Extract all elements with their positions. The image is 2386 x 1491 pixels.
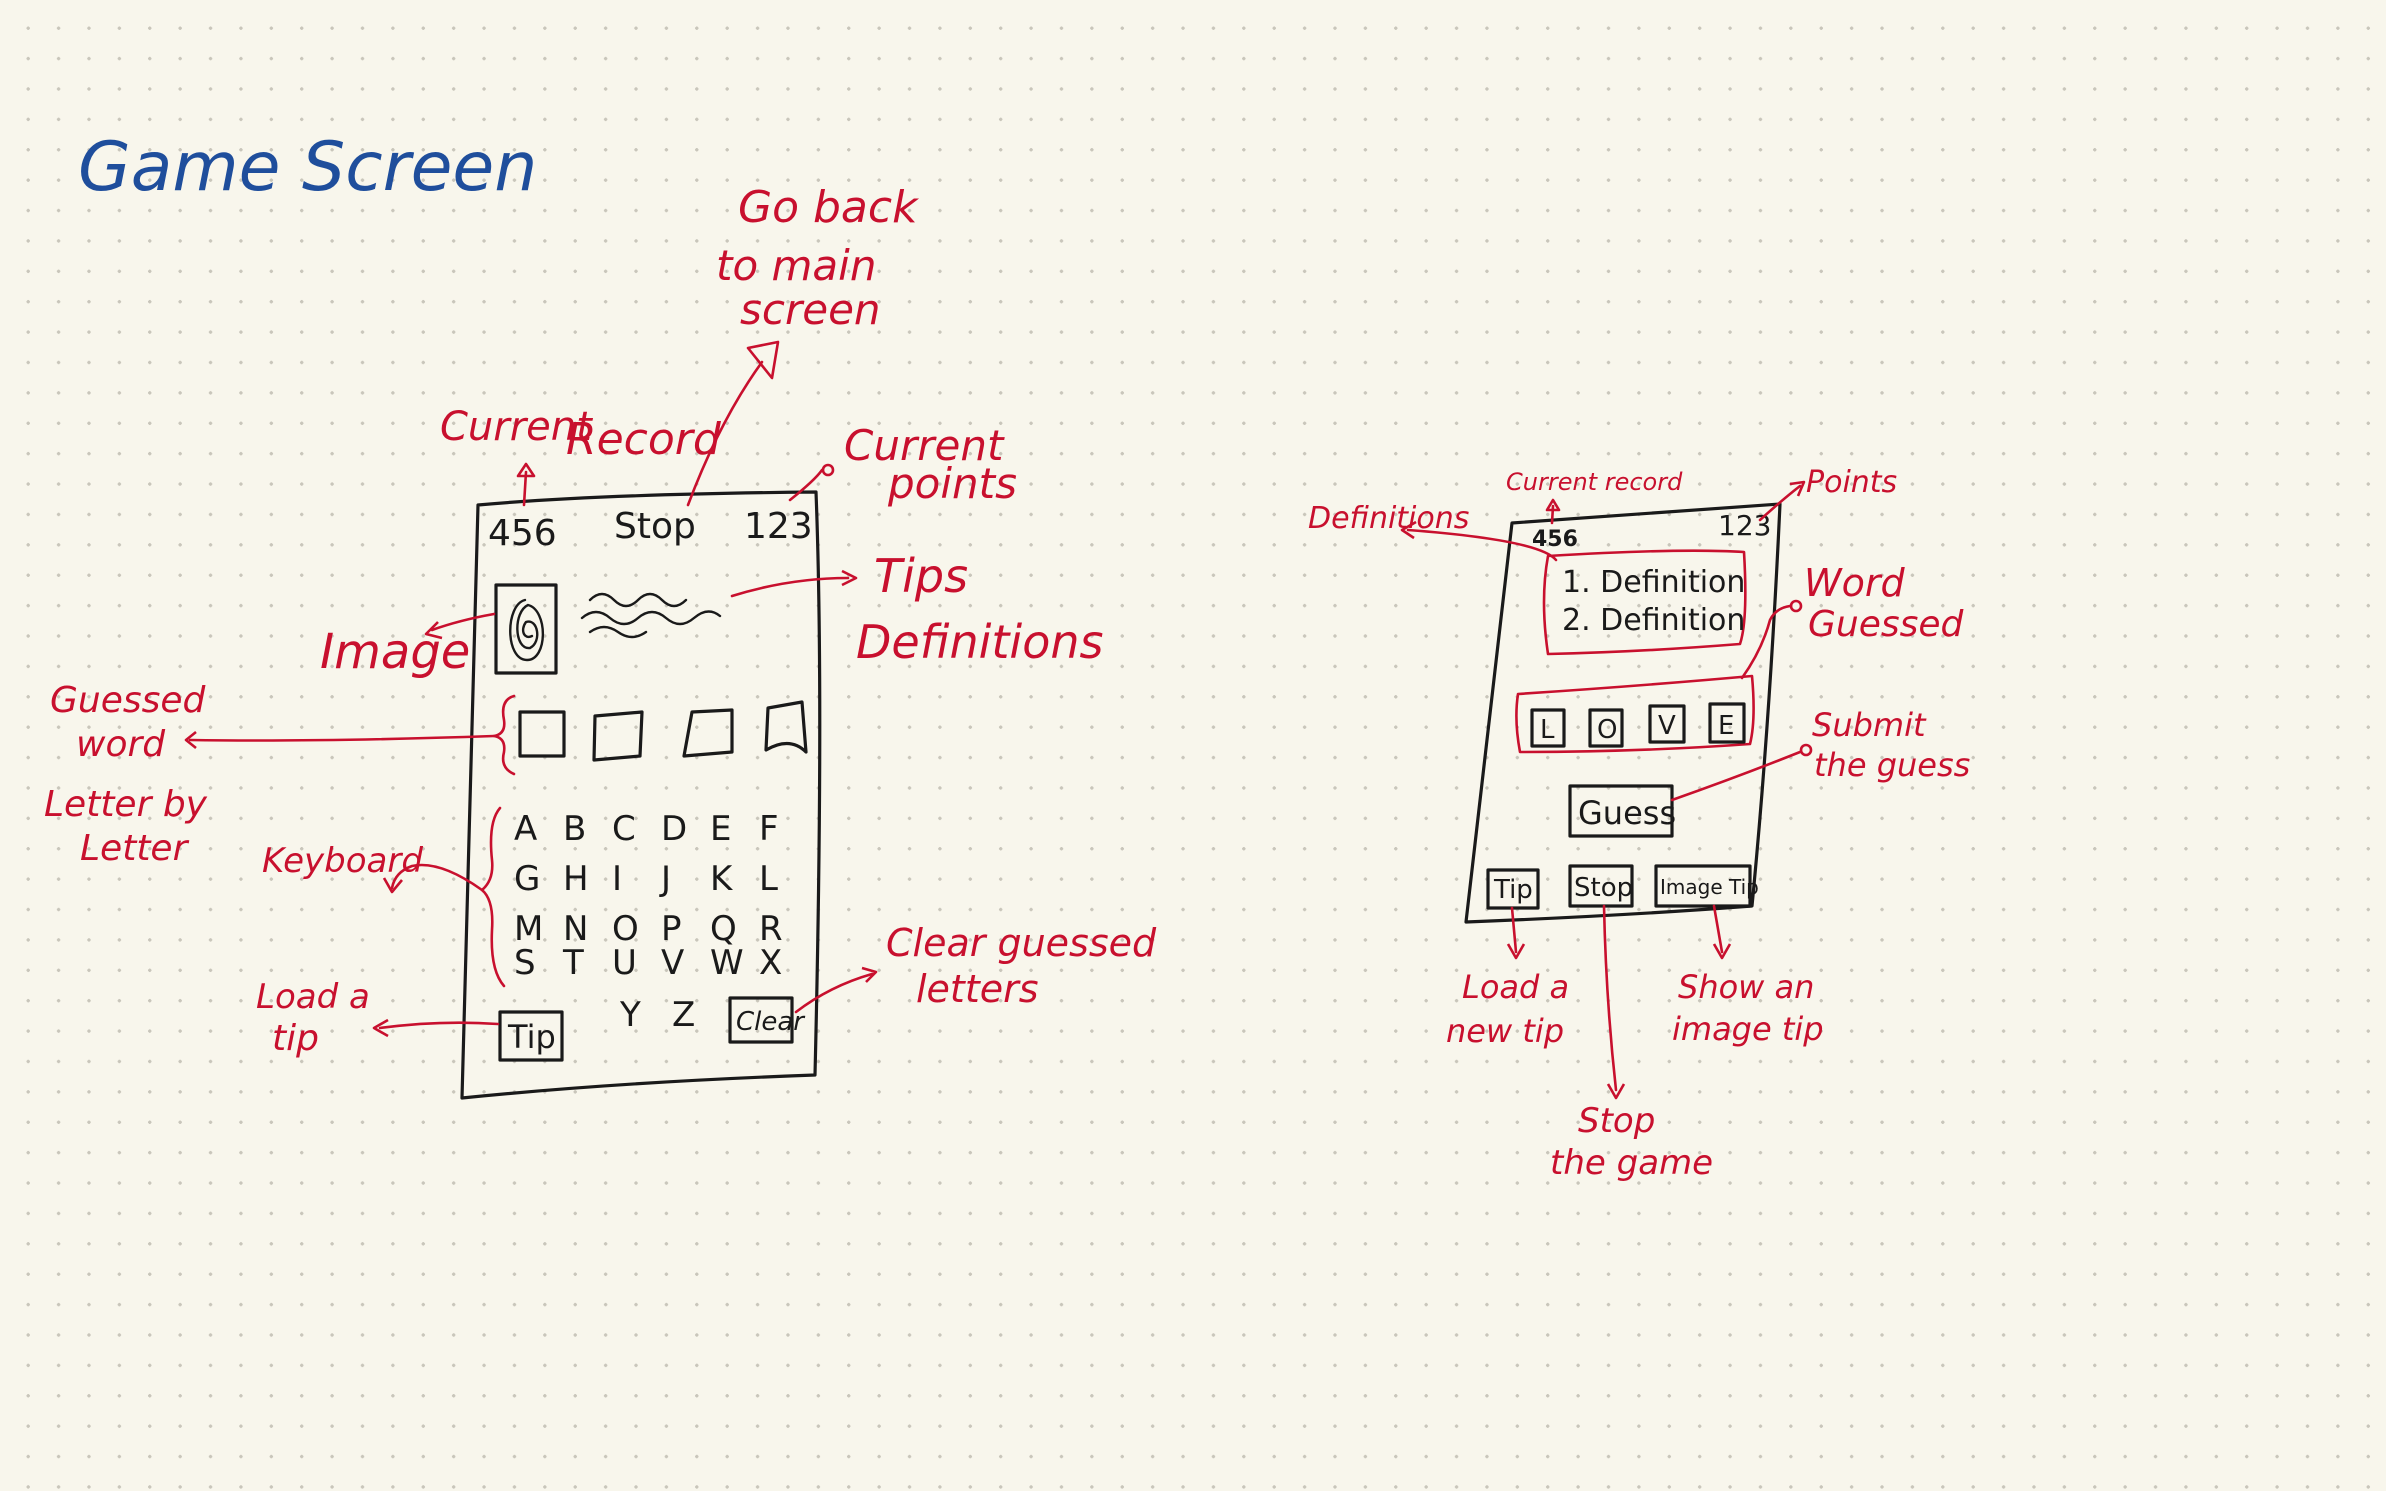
annotation-clear-line-2: letters bbox=[916, 967, 1039, 1011]
record-value-1: 456 bbox=[488, 513, 557, 554]
arrow-stop-game bbox=[1602, 904, 1618, 1092]
sketch-1-annotations: Go back to main screen Current Record Cu… bbox=[44, 182, 1157, 1059]
image-scribble bbox=[509, 598, 545, 662]
arrow-submit bbox=[1670, 750, 1802, 802]
keyboard-key[interactable]: D bbox=[661, 809, 687, 849]
annotation-points-2: Points bbox=[1806, 465, 1897, 500]
keyboard-key[interactable]: Y bbox=[619, 995, 641, 1035]
annotation-guessed-word-line-1: Guessed bbox=[50, 680, 207, 721]
keyboard-key[interactable]: B bbox=[563, 809, 586, 849]
points-value-1: 123 bbox=[744, 506, 813, 547]
tips-squiggle-2 bbox=[580, 610, 722, 626]
keyboard-key[interactable]: J bbox=[659, 859, 671, 899]
annotation-definitions: Definitions bbox=[856, 615, 1103, 669]
tips-squiggle-1 bbox=[588, 592, 688, 608]
annotation-current-points-line-2: points bbox=[887, 459, 1017, 508]
keyboard-key[interactable]: U bbox=[612, 943, 637, 983]
annotation-current-record-2: Current record bbox=[1506, 468, 1683, 496]
keyboard: A B C D E FG H I J K LM N O P Q RS T U V W XY Z bbox=[514, 809, 783, 1035]
stop-label-1[interactable]: Stop bbox=[614, 506, 696, 547]
sketch-canvas: Game Screen 456 Stop 123 A B C D E FG H I J K LM N O… bbox=[44, 128, 1970, 1183]
keyboard-key[interactable]: K bbox=[710, 859, 734, 899]
keyboard-key[interactable]: X bbox=[759, 943, 782, 983]
annotation-clear-line-1: Clear guessed bbox=[886, 921, 1157, 965]
arrowhead-go-back bbox=[746, 340, 780, 380]
keyboard-key[interactable]: L bbox=[759, 859, 778, 899]
annotation-guessed-word-line-2: word bbox=[76, 724, 166, 765]
keyboard-key[interactable]: Z bbox=[672, 995, 695, 1035]
letter-slot bbox=[764, 700, 808, 754]
annotation-stop-game-line-2: the game bbox=[1550, 1143, 1713, 1183]
arrow-word-guessed bbox=[1740, 604, 1792, 680]
keyboard-key[interactable]: H bbox=[563, 859, 589, 899]
annotation-stop-game-line-1: Stop bbox=[1578, 1101, 1655, 1141]
keyboard-key[interactable]: S bbox=[514, 943, 536, 983]
annotation-go-back-line-3: screen bbox=[740, 285, 881, 334]
letter-slot bbox=[592, 710, 644, 762]
tips-squiggle-3 bbox=[588, 625, 648, 639]
letter-box-value: O bbox=[1597, 715, 1617, 745]
annotation-word-guessed-line-1: Word bbox=[1804, 561, 1905, 605]
annotation-current-record-line-2: Record bbox=[566, 414, 722, 465]
keyboard-key[interactable]: V bbox=[661, 943, 684, 983]
annotation-submit-line-2: the guess bbox=[1814, 746, 1970, 784]
keyboard-key[interactable]: E bbox=[710, 809, 731, 849]
arrowhead-word-guessed bbox=[1789, 599, 1803, 613]
arrow-load-tip bbox=[378, 1021, 500, 1030]
keyboard-key[interactable]: C bbox=[612, 809, 636, 849]
annotation-load-tip-line-2: tip bbox=[272, 1018, 319, 1059]
definition-1: 1. Definition bbox=[1562, 565, 1745, 600]
annotation-image-tip-line-2: image tip bbox=[1672, 1010, 1824, 1048]
annotation-load-new-tip-line-2: new tip bbox=[1446, 1012, 1564, 1050]
annotation-submit-line-1: Submit bbox=[1812, 706, 1927, 744]
points-value-2: 123 bbox=[1718, 509, 1771, 542]
record-value-2: 456 bbox=[1532, 527, 1578, 552]
arrow-guessed-word bbox=[188, 734, 496, 742]
arrowhead-submit bbox=[1799, 743, 1813, 757]
sketch-2-game-screen: 456 123 1. Definition 2. Definition L O … bbox=[1464, 502, 1782, 924]
annotation-image-tip-line-1: Show an bbox=[1678, 968, 1814, 1006]
keyboard-key[interactable]: I bbox=[612, 859, 622, 899]
guess-button-label[interactable]: Guess bbox=[1578, 794, 1676, 832]
brace-keyboard bbox=[480, 806, 506, 988]
tip-button-label[interactable]: Tip bbox=[507, 1018, 556, 1056]
arrow-current-record-2 bbox=[1550, 504, 1555, 525]
letter-box-value: L bbox=[1540, 715, 1555, 745]
letter-box-value: E bbox=[1718, 711, 1734, 741]
arrowhead-current-points bbox=[821, 463, 835, 477]
keyboard-key[interactable]: G bbox=[514, 859, 540, 899]
annotation-load-new-tip-line-1: Load a bbox=[1462, 968, 1569, 1006]
keyboard-key[interactable]: W bbox=[710, 943, 744, 983]
annotation-tips: Tips bbox=[874, 549, 968, 603]
annotation-word-guessed-line-2: Guessed bbox=[1808, 604, 1965, 645]
page-title: Game Screen bbox=[78, 128, 537, 207]
arrow-clear bbox=[794, 972, 874, 1014]
keyboard-key[interactable]: A bbox=[514, 809, 537, 849]
arrow-load-new-tip bbox=[1510, 906, 1518, 954]
annotation-guessed-word-line-3: Letter by bbox=[44, 784, 208, 825]
letter-slot bbox=[682, 708, 734, 758]
keyboard-key[interactable]: T bbox=[562, 943, 584, 983]
tip-button-2-label[interactable]: Tip bbox=[1493, 875, 1533, 905]
annotation-go-back-line-1: Go back bbox=[738, 182, 919, 233]
keyboard-key[interactable]: F bbox=[759, 809, 779, 849]
letter-box-value: V bbox=[1658, 711, 1676, 741]
annotation-definitions-2: Definitions bbox=[1308, 501, 1469, 536]
image-tip-button-label[interactable]: Image Tip bbox=[1660, 875, 1759, 899]
stop-button-label[interactable]: Stop bbox=[1574, 873, 1633, 903]
annotation-load-tip-line-1: Load a bbox=[256, 977, 370, 1017]
annotation-go-back-line-2: to main bbox=[716, 241, 876, 290]
definition-2: 2. Definition bbox=[1562, 603, 1745, 638]
brace-guessed-word bbox=[492, 694, 516, 776]
sketch-1-game-screen: 456 Stop 123 A B C D E FG H I J K LM N O P Q RS T U V W XY Z … bbox=[460, 490, 822, 1100]
arrow-tips bbox=[730, 576, 850, 598]
annotation-image: Image bbox=[320, 624, 470, 680]
letter-slot bbox=[518, 710, 566, 758]
annotation-guessed-word-line-4: Letter bbox=[80, 828, 190, 869]
